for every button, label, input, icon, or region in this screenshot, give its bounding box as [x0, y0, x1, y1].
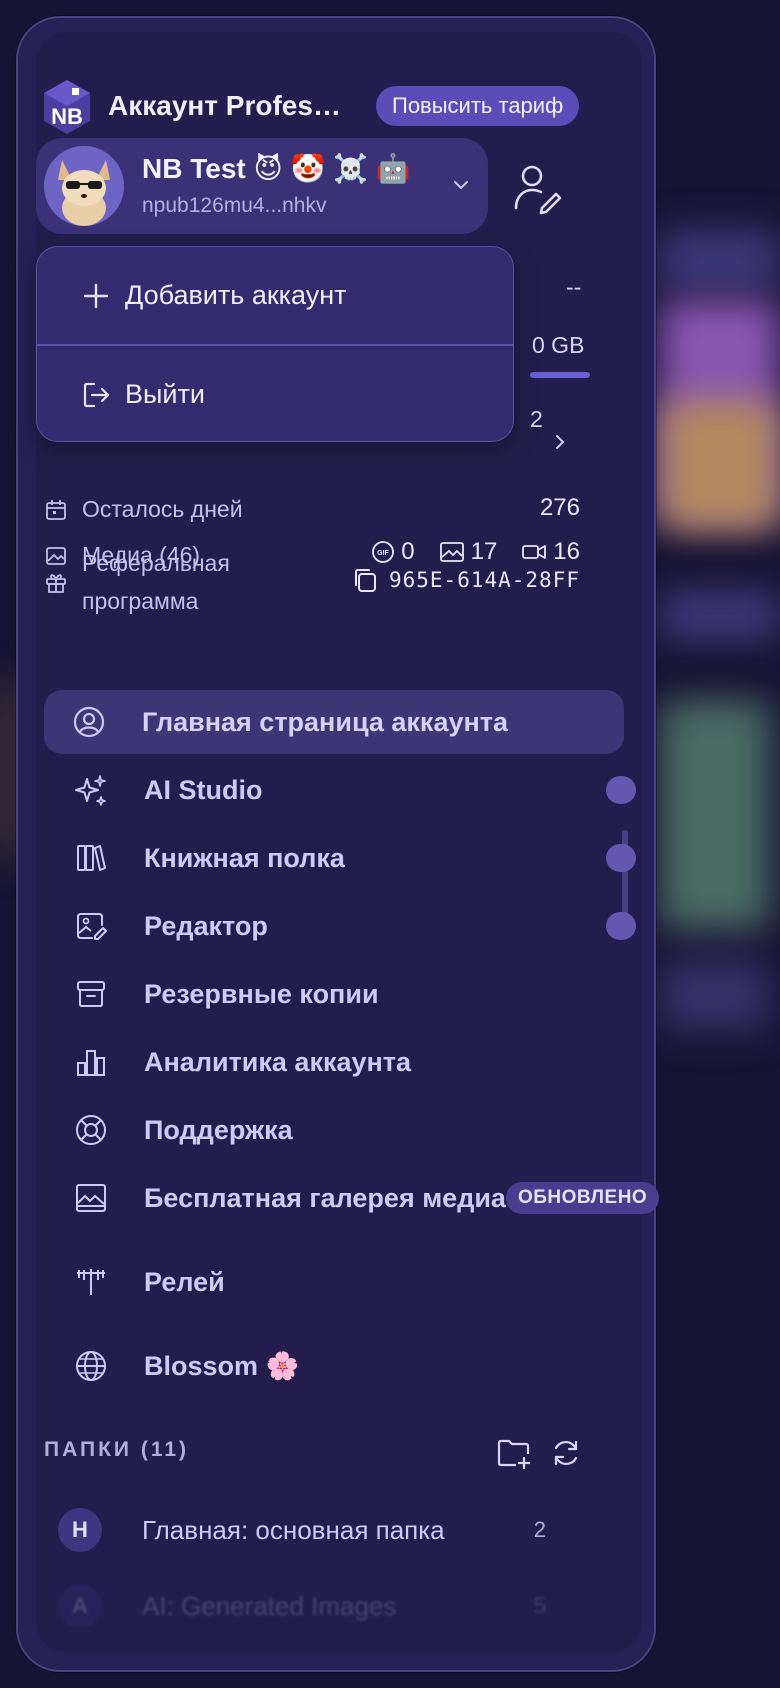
account-switcher[interactable]: NB Test 😈 🤡 ☠️ 🤖 npub126mu4...nhkv	[36, 138, 488, 234]
folder-avatar: H	[58, 1508, 102, 1552]
nav-label-support: Поддержка	[144, 1114, 293, 1145]
refresh-icon[interactable]	[550, 1436, 582, 1470]
nav-label-ai-studio: AI Studio	[144, 774, 263, 805]
chevron-down-icon	[454, 181, 468, 189]
nav-item-backups[interactable]: Резервные копии	[46, 962, 626, 1026]
nav-label-bookshelf: Книжная полка	[144, 842, 345, 873]
storage-value: 0 GB	[532, 332, 585, 358]
storage-progress-bar	[530, 372, 590, 378]
nav-item-blossom[interactable]: Blossom 🌸	[46, 1334, 626, 1398]
folders-header: ПАПКИ (11)	[44, 1438, 190, 1461]
referral-label: Реферальная программа	[82, 550, 230, 614]
nav-item-ai-studio[interactable]: AI Studio	[46, 758, 636, 822]
nav-label-relay: Релей	[144, 1266, 225, 1297]
gallery-icon	[76, 1184, 106, 1212]
hidden-row3-value: 2	[530, 406, 543, 432]
add-folder-icon[interactable]	[496, 1436, 532, 1470]
nav-label-analytics: Аналитика аккаунта	[144, 1046, 412, 1077]
lifebuoy-icon	[76, 1115, 106, 1145]
logout-menu-item[interactable]: Выйти	[37, 346, 513, 443]
folder-avatar: A	[58, 1584, 102, 1628]
referral-code: 965E-614A-28FF	[388, 568, 580, 592]
days-left-label: Осталось дней	[82, 496, 243, 522]
nav-item-analytics[interactable]: Аналитика аккаунта	[46, 1030, 626, 1094]
logout-icon	[83, 382, 110, 407]
hidden-row-value: --	[566, 274, 582, 300]
nav-badge	[606, 912, 636, 940]
days-left-value: 276	[539, 494, 580, 521]
fox-avatar-icon	[44, 146, 124, 226]
nav-badge	[606, 776, 636, 804]
user-settings-icon[interactable]	[512, 160, 562, 216]
calendar-icon	[46, 500, 66, 520]
folder-count: 2	[533, 1517, 546, 1542]
image-edit-icon	[77, 913, 107, 940]
svg-text:NB: NB	[51, 104, 83, 129]
account-plan-title: Аккаунт Professional	[108, 90, 344, 121]
user-name: NB Test 😈 🤡 ☠️ 🤖	[142, 153, 411, 184]
folder-label: Главная: основная папка	[142, 1514, 445, 1545]
archive-icon	[77, 981, 105, 1007]
folder-item[interactable]: A AI: Generated Images 5	[58, 1578, 578, 1634]
add-account-label: Добавить аккаунт	[125, 280, 347, 310]
globe-icon	[76, 1351, 106, 1381]
referral-row: Реферальная программа 965E-614A-28FF	[44, 544, 604, 624]
folder-count: 5	[533, 1593, 546, 1618]
days-left-row: Осталось дней 276	[44, 490, 604, 530]
logout-label: Выйти	[125, 379, 205, 409]
add-account-menu-item[interactable]: Добавить аккаунт	[37, 247, 513, 344]
account-header: NB Аккаунт Professional Повысить тариф	[42, 70, 602, 140]
user-npub: npub126mu4...nhkv	[142, 194, 327, 217]
folder-item[interactable]: H Главная: основная папка 2	[58, 1502, 578, 1558]
nb-logo-icon: NB	[44, 80, 90, 134]
gift-icon	[46, 574, 66, 593]
nav-badge	[606, 844, 636, 872]
upgrade-plan-button[interactable]: Повысить тариф	[376, 86, 580, 126]
nav-item-editor[interactable]: Редактор	[46, 894, 636, 958]
nav-label-backups: Резервные копии	[144, 978, 379, 1009]
plus-icon	[83, 283, 109, 308]
avatar	[44, 146, 124, 226]
nav-item-support[interactable]: Поддержка	[46, 1098, 626, 1162]
nav-label-account-home: Главная страница аккаунта	[142, 706, 509, 737]
account-menu-dropdown: Добавить аккаунт Выйти	[36, 246, 514, 442]
antenna-icon	[77, 1269, 105, 1295]
nav-item-free-gallery[interactable]: Бесплатная галерея медиа ОБНОВЛЕНО	[46, 1166, 660, 1230]
user-circle-icon	[73, 706, 105, 738]
nav-item-account-home[interactable]: Главная страница аккаунта	[44, 690, 624, 754]
folder-label: AI: Generated Images	[142, 1590, 397, 1621]
nav-label-blossom: Blossom 🌸	[144, 1351, 300, 1381]
chevron-right-icon[interactable]	[552, 432, 568, 452]
nav-label-free-gallery: Бесплатная галерея медиа	[144, 1182, 506, 1213]
nav-label-editor: Редактор	[144, 910, 268, 941]
sparkles-icon	[75, 775, 106, 806]
bar-chart-icon	[77, 1050, 105, 1076]
nav-item-relay[interactable]: Релей	[46, 1250, 626, 1314]
updated-badge: ОБНОВЛЕНО	[506, 1182, 660, 1214]
books-icon	[77, 845, 106, 871]
referral-code-copy[interactable]: 965E-614A-28FF	[351, 566, 580, 594]
copy-icon	[354, 569, 376, 592]
nav-item-bookshelf[interactable]: Книжная полка	[46, 826, 636, 890]
